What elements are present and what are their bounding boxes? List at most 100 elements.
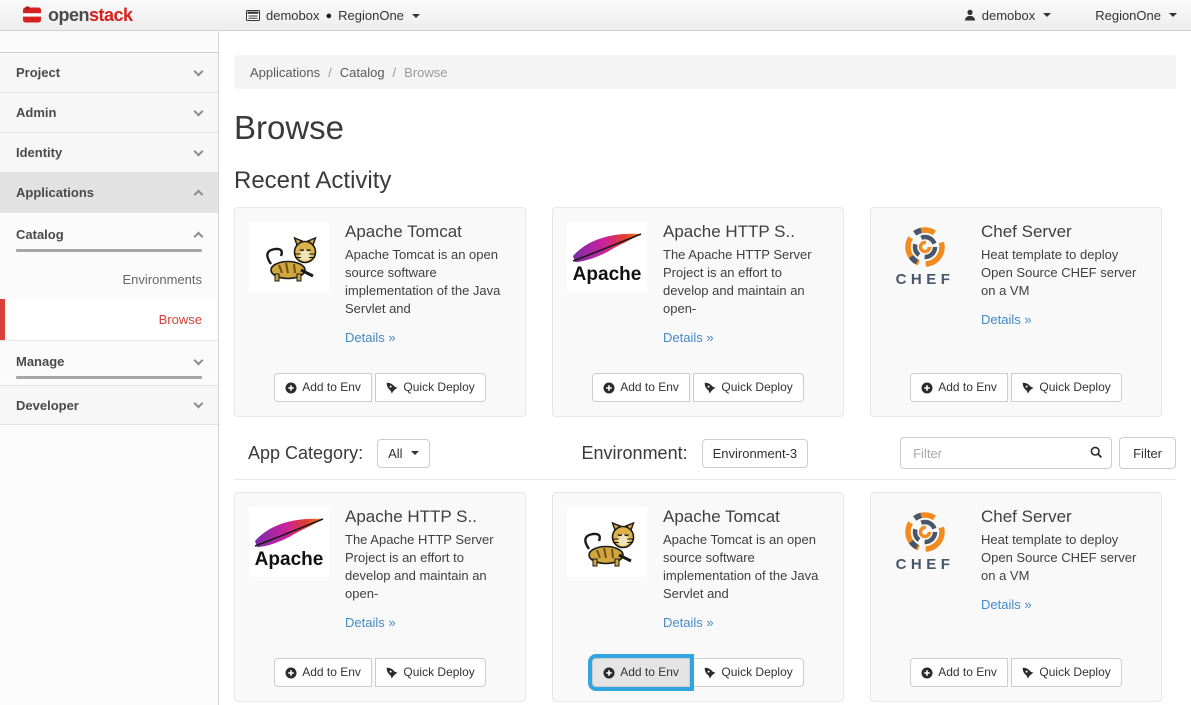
app-icon-box xyxy=(567,222,647,292)
tomcat-logo-icon xyxy=(573,513,641,571)
quick-deploy-button[interactable]: Quick Deploy xyxy=(375,373,485,402)
chevron-down-icon xyxy=(412,14,420,18)
region-menu-label: RegionOne xyxy=(1095,8,1161,23)
details-link[interactable]: Details » xyxy=(663,330,714,345)
tomcat-logo-icon xyxy=(255,228,323,286)
details-link[interactable]: Details » xyxy=(981,312,1032,327)
rocket-icon xyxy=(386,667,398,679)
apache-logo-icon xyxy=(569,226,645,288)
sidebar-group-label: Catalog xyxy=(16,227,64,242)
chef-logo-icon xyxy=(888,224,962,290)
sidebar-item-label: Admin xyxy=(16,105,56,120)
chevron-down-icon xyxy=(194,66,204,76)
quick-deploy-button[interactable]: Quick Deploy xyxy=(693,658,803,687)
sidebar-item-applications[interactable]: Applications xyxy=(0,173,218,213)
app-card-apache-http: Apache HTTP S.. The Apache HTTP Server P… xyxy=(552,207,844,417)
button-label: Quick Deploy xyxy=(403,379,474,396)
sidebar-item-label: Project xyxy=(16,65,60,80)
sidebar-group-manage[interactable]: Manage xyxy=(0,340,218,376)
sidebar-item-identity[interactable]: Identity xyxy=(0,133,218,173)
sidebar-item-project[interactable]: Project xyxy=(0,53,218,93)
openstack-cube-icon xyxy=(22,6,42,24)
recent-activity-row: Apache Tomcat Apache Tomcat is an open s… xyxy=(234,207,1176,417)
quick-deploy-button[interactable]: Quick Deploy xyxy=(693,373,803,402)
main-content: Applications / Catalog / Browse Browse R… xyxy=(220,31,1191,705)
chevron-down-icon xyxy=(194,106,204,116)
add-to-env-button[interactable]: Add to Env xyxy=(274,658,372,687)
divider xyxy=(234,479,1176,480)
quick-deploy-button[interactable]: Quick Deploy xyxy=(1011,658,1121,687)
plus-circle-icon xyxy=(603,382,615,394)
app-icon-box xyxy=(567,507,647,577)
button-label: Quick Deploy xyxy=(403,664,474,681)
page-title: Browse xyxy=(234,109,1176,147)
app-title: Chef Server xyxy=(981,507,1147,527)
button-label: Add to Env xyxy=(302,664,361,681)
apache-logo-icon xyxy=(251,511,327,573)
add-to-env-button-highlighted[interactable]: Add to Env xyxy=(592,658,690,687)
plus-circle-icon xyxy=(921,667,933,679)
sidebar-group-catalog[interactable]: Catalog xyxy=(0,213,218,249)
sidebar-item-browse[interactable]: Browse xyxy=(0,299,218,340)
user-menu[interactable]: demobox xyxy=(964,8,1051,23)
sidebar-item-admin[interactable]: Admin xyxy=(0,93,218,133)
app-title: Apache Tomcat xyxy=(663,507,829,527)
details-link[interactable]: Details » xyxy=(981,597,1032,612)
app-card-apache-tomcat: Apache Tomcat Apache Tomcat is an open s… xyxy=(234,207,526,417)
chevron-down-icon xyxy=(1169,13,1177,17)
app-description: The Apache HTTP Server Project is an eff… xyxy=(345,531,511,603)
top-navbar: openstack demobox ● RegionOne demobox Re… xyxy=(0,0,1191,31)
breadcrumb-separator: / xyxy=(393,65,397,80)
breadcrumb-browse: Browse xyxy=(404,65,447,80)
search-icon[interactable] xyxy=(1090,446,1103,459)
switcher-project-label: demobox xyxy=(266,8,319,23)
details-link[interactable]: Details » xyxy=(345,330,396,345)
recent-activity-heading: Recent Activity xyxy=(234,167,1176,195)
sidebar-item-label: Applications xyxy=(16,185,94,200)
add-to-env-button[interactable]: Add to Env xyxy=(274,373,372,402)
filter-input[interactable] xyxy=(900,437,1112,469)
breadcrumb-catalog[interactable]: Catalog xyxy=(340,65,385,80)
chevron-down-icon xyxy=(194,355,204,365)
details-link[interactable]: Details » xyxy=(345,615,396,630)
sidebar-item-label: Identity xyxy=(16,145,62,160)
button-label: Add to Env xyxy=(620,664,679,681)
rocket-icon xyxy=(1022,667,1034,679)
add-to-env-button[interactable]: Add to Env xyxy=(910,658,1008,687)
add-to-env-button[interactable]: Add to Env xyxy=(910,373,1008,402)
openstack-logo-text: openstack xyxy=(48,5,133,26)
chevron-up-icon xyxy=(194,190,204,200)
openstack-logo[interactable]: openstack xyxy=(22,5,133,26)
chevron-down-icon xyxy=(411,451,419,455)
rocket-icon xyxy=(386,382,398,394)
app-category-dropdown[interactable]: All xyxy=(377,439,429,468)
app-description: Apache Tomcat is an open source software… xyxy=(663,531,829,603)
rocket-icon xyxy=(704,667,716,679)
button-label: Quick Deploy xyxy=(721,664,792,681)
sidebar-nav: Project Admin Identity Applications Cata… xyxy=(0,31,219,705)
button-label: Quick Deploy xyxy=(1039,664,1110,681)
quick-deploy-button[interactable]: Quick Deploy xyxy=(1011,373,1121,402)
filter-button[interactable]: Filter xyxy=(1119,437,1176,469)
button-label: Quick Deploy xyxy=(721,379,792,396)
details-link[interactable]: Details » xyxy=(663,615,714,630)
chevron-up-icon xyxy=(194,231,204,241)
sidebar-item-environments[interactable]: Environments xyxy=(0,258,218,299)
app-description: Apache Tomcat is an open source software… xyxy=(345,246,511,318)
breadcrumb-applications[interactable]: Applications xyxy=(250,65,320,80)
plus-circle-icon xyxy=(921,382,933,394)
add-to-env-button[interactable]: Add to Env xyxy=(592,373,690,402)
breadcrumb-separator: / xyxy=(328,65,332,80)
project-region-switcher[interactable]: demobox ● RegionOne xyxy=(246,0,420,31)
sidebar-item-developer[interactable]: Developer xyxy=(0,385,218,425)
button-label: Add to Env xyxy=(938,664,997,681)
user-icon xyxy=(964,9,976,21)
chevron-down-icon xyxy=(194,399,204,409)
environment-select-button[interactable]: Environment-3 xyxy=(702,439,809,468)
region-menu[interactable]: RegionOne xyxy=(1095,8,1177,23)
catalog-results-row: Apache HTTP S.. The Apache HTTP Server P… xyxy=(234,492,1176,702)
button-label: Quick Deploy xyxy=(1039,379,1110,396)
quick-deploy-button[interactable]: Quick Deploy xyxy=(375,658,485,687)
button-label: Add to Env xyxy=(302,379,361,396)
app-icon-box xyxy=(249,222,329,292)
